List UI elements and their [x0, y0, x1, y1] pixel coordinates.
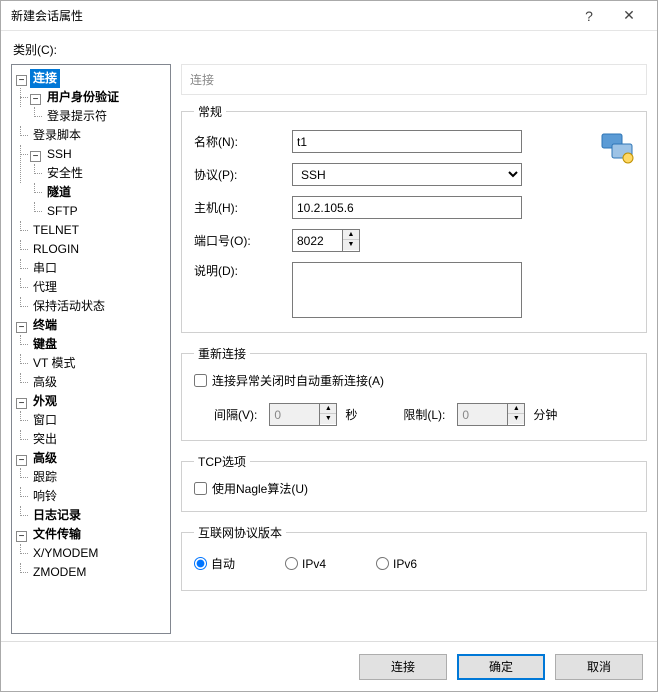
- host-input[interactable]: [292, 196, 522, 219]
- tree-xymodem[interactable]: X/YMODEM: [30, 544, 101, 563]
- reconnect-group: 重新连接 连接异常关闭时自动重新连接(A) 间隔(V): ▲▼ 秒 限制(L: [181, 345, 647, 441]
- tree-proxy[interactable]: 代理: [30, 278, 60, 297]
- general-legend: 常规: [194, 103, 226, 120]
- interval-stepper: ▲▼: [269, 403, 337, 426]
- ok-button[interactable]: 确定: [457, 654, 545, 680]
- expand-icon[interactable]: −: [30, 151, 41, 162]
- titlebar: 新建会话属性 ? ✕: [1, 1, 657, 31]
- limit-unit: 分钟: [533, 406, 557, 423]
- ipversion-legend: 互联网协议版本: [194, 524, 286, 541]
- ip-v6-radio[interactable]: IPv6: [376, 557, 417, 571]
- ip-v4-radio[interactable]: IPv4: [285, 557, 326, 571]
- tree-advanced-term[interactable]: 高级: [30, 373, 60, 392]
- tree-trace[interactable]: 跟踪: [30, 468, 60, 487]
- tree-keyboard[interactable]: 键盘: [30, 335, 60, 354]
- tree-login-prompt[interactable]: 登录提示符: [44, 107, 110, 126]
- spin-down-icon: ▼: [320, 414, 336, 424]
- dialog-title: 新建会话属性: [11, 7, 569, 24]
- expand-icon[interactable]: −: [16, 455, 27, 466]
- tree-connection[interactable]: 连接: [30, 69, 60, 88]
- protocol-select[interactable]: SSH: [292, 163, 522, 186]
- session-icon: [598, 128, 638, 168]
- tree-advanced[interactable]: 高级: [30, 449, 60, 468]
- nagle-label: 使用Nagle算法(U): [212, 480, 308, 497]
- port-label: 端口号(O):: [194, 232, 284, 249]
- help-icon[interactable]: ?: [569, 8, 609, 24]
- spin-up-icon: ▲: [508, 404, 524, 414]
- name-input[interactable]: [292, 130, 522, 153]
- interval-input: [269, 403, 319, 426]
- category-label: 类别(C):: [13, 41, 647, 58]
- auto-reconnect-label: 连接异常关闭时自动重新连接(A): [212, 372, 384, 389]
- tree-appearance[interactable]: 外观: [30, 392, 60, 411]
- tree-filetransfer[interactable]: 文件传输: [30, 525, 84, 544]
- limit-input: [457, 403, 507, 426]
- spin-up-icon: ▲: [320, 404, 336, 414]
- expand-icon[interactable]: −: [30, 94, 41, 105]
- close-icon[interactable]: ✕: [609, 7, 649, 24]
- tree-ssh[interactable]: SSH: [44, 145, 75, 164]
- spin-up-icon[interactable]: ▲: [343, 230, 359, 240]
- port-input[interactable]: [292, 229, 342, 252]
- auto-reconnect-checkbox[interactable]: [194, 374, 207, 387]
- reconnect-legend: 重新连接: [194, 345, 250, 362]
- limit-label: 限制(L):: [403, 406, 445, 423]
- tree-login-script[interactable]: 登录脚本: [30, 126, 84, 145]
- tree-sftp[interactable]: SFTP: [44, 202, 81, 221]
- tree-security[interactable]: 安全性: [44, 164, 86, 183]
- expand-icon[interactable]: −: [16, 322, 27, 333]
- tree-telnet[interactable]: TELNET: [30, 221, 82, 240]
- ip-auto-radio[interactable]: 自动: [194, 555, 235, 572]
- expand-icon[interactable]: −: [16, 398, 27, 409]
- limit-stepper: ▲▼: [457, 403, 525, 426]
- desc-textarea[interactable]: [292, 262, 522, 318]
- tcp-group: TCP选项 使用Nagle算法(U): [181, 453, 647, 512]
- tree-zmodem[interactable]: ZMODEM: [30, 563, 89, 582]
- spin-down-icon: ▼: [508, 414, 524, 424]
- port-stepper[interactable]: ▲▼: [292, 229, 360, 252]
- tree-rlogin[interactable]: RLOGIN: [30, 240, 82, 259]
- tree-window[interactable]: 窗口: [30, 411, 60, 430]
- protocol-label: 协议(P):: [194, 166, 284, 183]
- cancel-button[interactable]: 取消: [555, 654, 643, 680]
- interval-unit: 秒: [345, 406, 357, 423]
- tree-tunnel[interactable]: 隧道: [44, 183, 74, 202]
- name-label: 名称(N):: [194, 133, 284, 150]
- tree-vt[interactable]: VT 模式: [30, 354, 78, 373]
- general-group: 常规 名称(N): 协议(P): SSH 主机: [181, 103, 647, 333]
- tree-logging[interactable]: 日志记录: [30, 506, 84, 525]
- tree-serial[interactable]: 串口: [30, 259, 60, 278]
- interval-label: 间隔(V):: [214, 406, 257, 423]
- ipversion-group: 互联网协议版本 自动 IPv4 IPv6: [181, 524, 647, 591]
- category-tree[interactable]: −连接 −用户身份验证 登录提示符 登录脚本 −SSH 安全性 隧道: [11, 64, 171, 634]
- tcp-legend: TCP选项: [194, 453, 250, 470]
- desc-label: 说明(D):: [194, 262, 284, 279]
- host-label: 主机(H):: [194, 199, 284, 216]
- dialog-footer: 连接 确定 取消: [1, 641, 657, 691]
- panel-title: 连接: [181, 64, 647, 95]
- connect-button[interactable]: 连接: [359, 654, 447, 680]
- spin-down-icon[interactable]: ▼: [343, 240, 359, 250]
- tree-keepalive[interactable]: 保持活动状态: [30, 297, 108, 316]
- expand-icon[interactable]: −: [16, 531, 27, 542]
- nagle-checkbox[interactable]: [194, 482, 207, 495]
- tree-terminal[interactable]: 终端: [30, 316, 60, 335]
- tree-auth[interactable]: 用户身份验证: [44, 88, 122, 107]
- tree-highlight[interactable]: 突出: [30, 430, 60, 449]
- tree-bell[interactable]: 响铃: [30, 487, 60, 506]
- expand-icon[interactable]: −: [16, 75, 27, 86]
